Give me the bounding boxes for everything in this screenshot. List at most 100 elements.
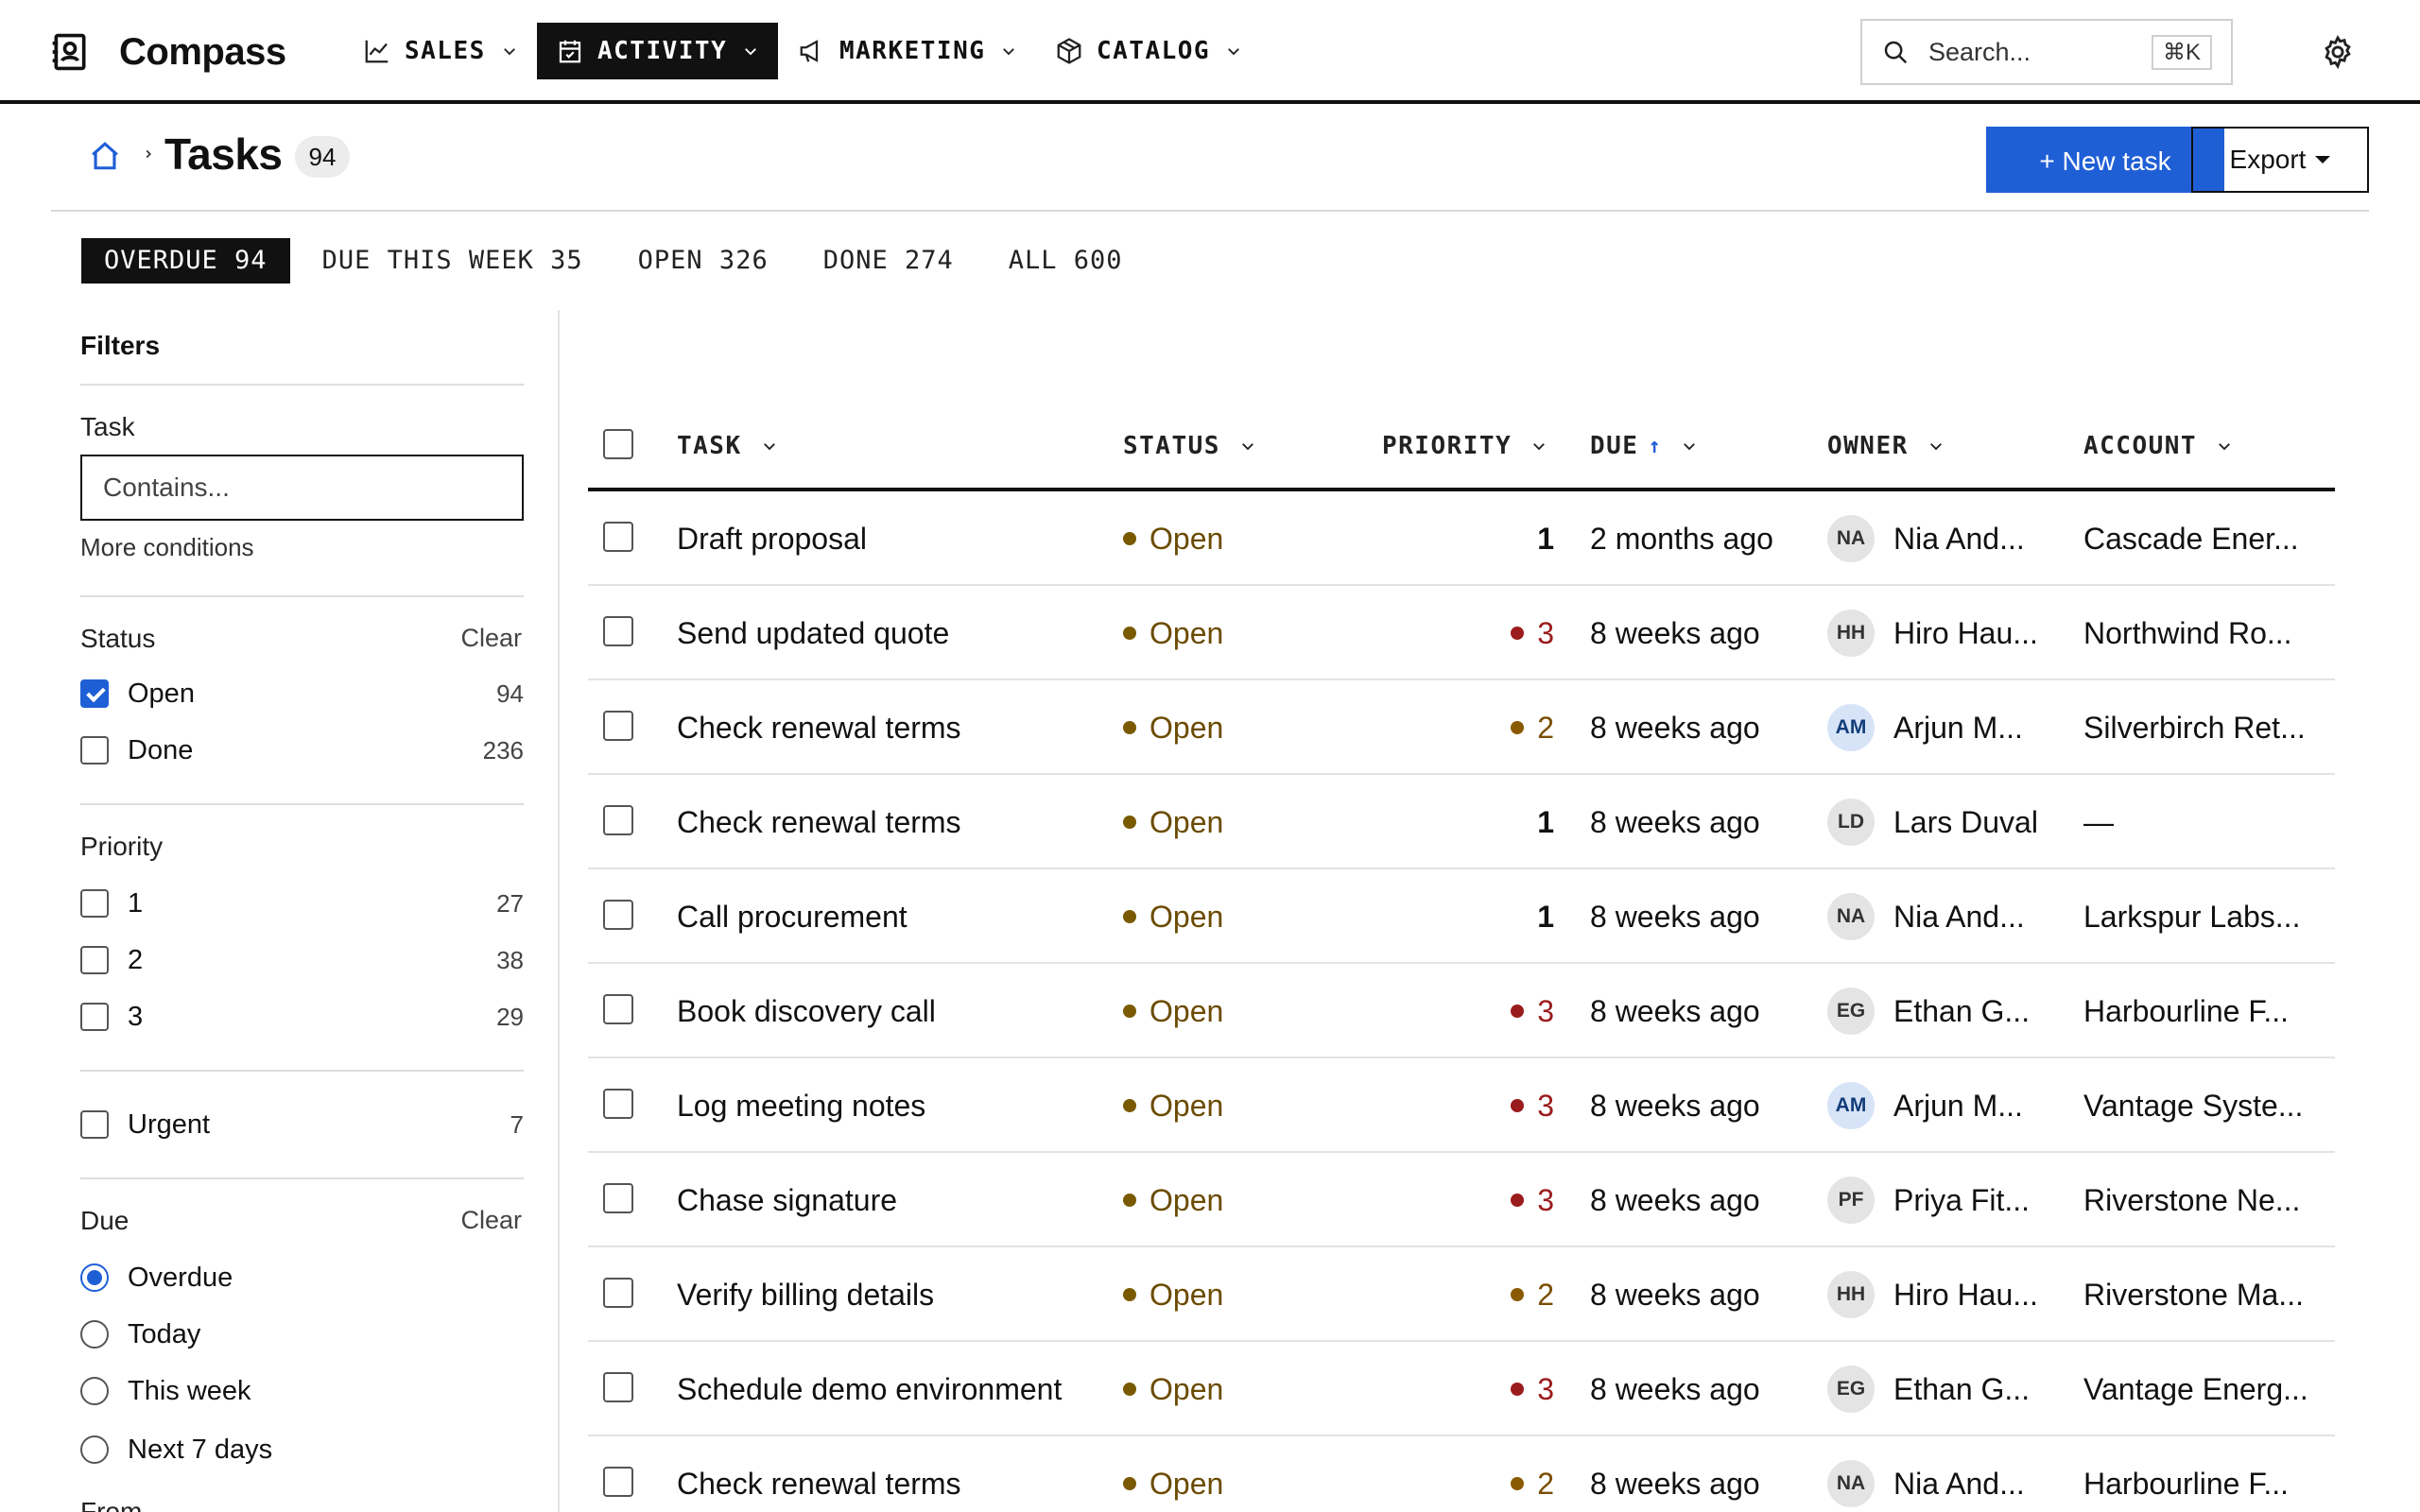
- task-name[interactable]: Check renewal terms: [677, 1436, 1102, 1512]
- due-option-today[interactable]: Today: [80, 1315, 524, 1353]
- tab-due-this-week[interactable]: DUE THIS WEEK 35: [300, 238, 606, 284]
- row-checkbox[interactable]: [603, 900, 633, 930]
- radio[interactable]: [80, 1263, 109, 1292]
- nav-sales[interactable]: SALES: [344, 23, 537, 79]
- owner-cell[interactable]: HH Hiro Hau...: [1827, 1247, 2073, 1342]
- tab-overdue[interactable]: OVERDUE 94: [81, 238, 290, 284]
- status-clear-button[interactable]: Clear: [460, 624, 522, 653]
- row-checkbox[interactable]: [603, 522, 633, 552]
- due-clear-button[interactable]: Clear: [460, 1206, 522, 1235]
- task-name[interactable]: Draft proposal: [677, 491, 1102, 586]
- table-row[interactable]: Schedule demo environment Open 3 8 weeks ag…: [588, 1342, 2335, 1436]
- priority-option-1[interactable]: 1 27: [80, 885, 524, 922]
- account-name[interactable]: Riverstone Ne...: [2083, 1153, 2329, 1247]
- owner-cell[interactable]: HH Hiro Hau...: [1827, 586, 2073, 680]
- column-priority[interactable]: PRIORITY: [1382, 427, 1547, 465]
- table-row[interactable]: Chase signature Open 3 8 weeks ago PF Priya F…: [588, 1153, 2335, 1247]
- table-row[interactable]: Call procurement Open 1 8 weeks ago NA Nia An…: [588, 869, 2335, 964]
- due-option-this-week[interactable]: This week: [80, 1372, 524, 1410]
- task-name[interactable]: Book discovery call: [677, 964, 1102, 1058]
- task-name[interactable]: Send updated quote: [677, 586, 1102, 680]
- gear-icon[interactable]: [2320, 34, 2356, 70]
- due-option-overdue[interactable]: Overdue: [80, 1259, 524, 1297]
- row-checkbox[interactable]: [603, 616, 633, 646]
- table-row[interactable]: Check renewal terms Open 2 8 weeks ago NA Nia…: [588, 1436, 2335, 1512]
- row-checkbox[interactable]: [603, 1278, 633, 1308]
- status-option-done[interactable]: Done 236: [80, 731, 524, 769]
- owner-cell[interactable]: AM Arjun M...: [1827, 1058, 2073, 1153]
- urgent-option[interactable]: Urgent 7: [80, 1106, 524, 1143]
- new-task-button[interactable]: + New task: [1986, 127, 2224, 193]
- row-checkbox[interactable]: [603, 1467, 633, 1497]
- radio[interactable]: [80, 1377, 109, 1405]
- owner-cell[interactable]: NA Nia And...: [1827, 869, 2073, 964]
- table-row[interactable]: Draft proposal Open 1 2 months ago NA Nia And…: [588, 491, 2335, 586]
- owner-cell[interactable]: AM Arjun M...: [1827, 680, 2073, 775]
- table-row[interactable]: Log meeting notes Open 3 8 weeks ago AM Arjun…: [588, 1058, 2335, 1153]
- row-checkbox[interactable]: [603, 1372, 633, 1402]
- account-name[interactable]: Northwind Ro...: [2083, 586, 2329, 680]
- account-name[interactable]: Riverstone Ma...: [2083, 1247, 2329, 1342]
- account-name[interactable]: Harbourline F...: [2083, 1436, 2329, 1512]
- account-name[interactable]: Silverbirch Ret...: [2083, 680, 2329, 775]
- export-button[interactable]: Export: [2191, 127, 2369, 193]
- column-owner[interactable]: OWNER: [1827, 427, 1945, 465]
- task-name[interactable]: Log meeting notes: [677, 1058, 1102, 1153]
- owner-cell[interactable]: NA Nia And...: [1827, 1436, 2073, 1512]
- radio[interactable]: [80, 1435, 109, 1464]
- table-row[interactable]: Check renewal terms Open 2 8 weeks ago AM Arj…: [588, 680, 2335, 775]
- task-contains-input[interactable]: Contains...: [80, 455, 524, 521]
- nav-catalog[interactable]: CATALOG: [1036, 23, 1261, 79]
- column-status[interactable]: STATUS: [1123, 427, 1256, 465]
- task-name[interactable]: Call procurement: [677, 869, 1102, 964]
- column-task[interactable]: TASK: [677, 427, 778, 465]
- account-name[interactable]: Larkspur Labs...: [2083, 869, 2329, 964]
- tab-all[interactable]: ALL 600: [986, 238, 1146, 284]
- due-option-next-7-days[interactable]: Next 7 days: [80, 1431, 524, 1469]
- account-name[interactable]: Cascade Ener...: [2083, 491, 2329, 586]
- row-checkbox[interactable]: [603, 805, 633, 835]
- task-name[interactable]: Chase signature: [677, 1153, 1102, 1247]
- row-checkbox[interactable]: [603, 711, 633, 741]
- account-name[interactable]: Vantage Syste...: [2083, 1058, 2329, 1153]
- owner-cell[interactable]: EG Ethan G...: [1827, 964, 2073, 1058]
- search-box[interactable]: Search... ⌘K: [1860, 19, 2233, 85]
- checkbox[interactable]: [80, 736, 109, 765]
- table-row[interactable]: Check renewal terms Open 1 8 weeks ago LD Lar…: [588, 775, 2335, 869]
- checkbox[interactable]: [80, 1110, 109, 1139]
- nav-marketing[interactable]: MARKETING: [779, 23, 1036, 79]
- checkbox[interactable]: [80, 946, 109, 974]
- table-row[interactable]: Book discovery call Open 3 8 weeks ago EG Eth…: [588, 964, 2335, 1058]
- owner-cell[interactable]: EG Ethan G...: [1827, 1342, 2073, 1436]
- more-conditions-link[interactable]: More conditions: [80, 533, 254, 562]
- radio[interactable]: [80, 1320, 109, 1349]
- checkbox[interactable]: [80, 889, 109, 918]
- task-name[interactable]: Schedule demo environment: [677, 1342, 1102, 1436]
- owner-cell[interactable]: NA Nia And...: [1827, 491, 2073, 586]
- tab-open[interactable]: OPEN 326: [615, 238, 791, 284]
- table-row[interactable]: Verify billing details Open 2 8 weeks ago HH…: [588, 1247, 2335, 1342]
- checkbox[interactable]: [80, 679, 109, 708]
- checkbox[interactable]: [80, 1003, 109, 1031]
- column-account[interactable]: ACCOUNT: [2083, 427, 2233, 465]
- account-name[interactable]: —: [2083, 775, 2329, 869]
- row-checkbox[interactable]: [603, 994, 633, 1024]
- tab-done[interactable]: DONE 274: [801, 238, 977, 284]
- brand[interactable]: Compass: [49, 28, 286, 76]
- task-name[interactable]: Check renewal terms: [677, 680, 1102, 775]
- table-row[interactable]: Send updated quote Open 3 8 weeks ago HH Hiro…: [588, 586, 2335, 680]
- account-name[interactable]: Vantage Energ...: [2083, 1342, 2329, 1436]
- status-option-open[interactable]: Open 94: [80, 675, 524, 713]
- priority-option-3[interactable]: 3 29: [80, 998, 524, 1036]
- priority-option-2[interactable]: 2 38: [80, 941, 524, 979]
- nav-activity[interactable]: ACTIVITY: [537, 23, 779, 79]
- row-checkbox[interactable]: [603, 1089, 633, 1119]
- task-name[interactable]: Check renewal terms: [677, 775, 1102, 869]
- home-icon[interactable]: [89, 140, 121, 172]
- owner-cell[interactable]: PF Priya Fit...: [1827, 1153, 2073, 1247]
- owner-cell[interactable]: LD Lars Duval: [1827, 775, 2073, 869]
- task-name[interactable]: Verify billing details: [677, 1247, 1102, 1342]
- column-due[interactable]: DUE ↑: [1590, 427, 1698, 465]
- row-checkbox[interactable]: [603, 1183, 633, 1213]
- account-name[interactable]: Harbourline F...: [2083, 964, 2329, 1058]
